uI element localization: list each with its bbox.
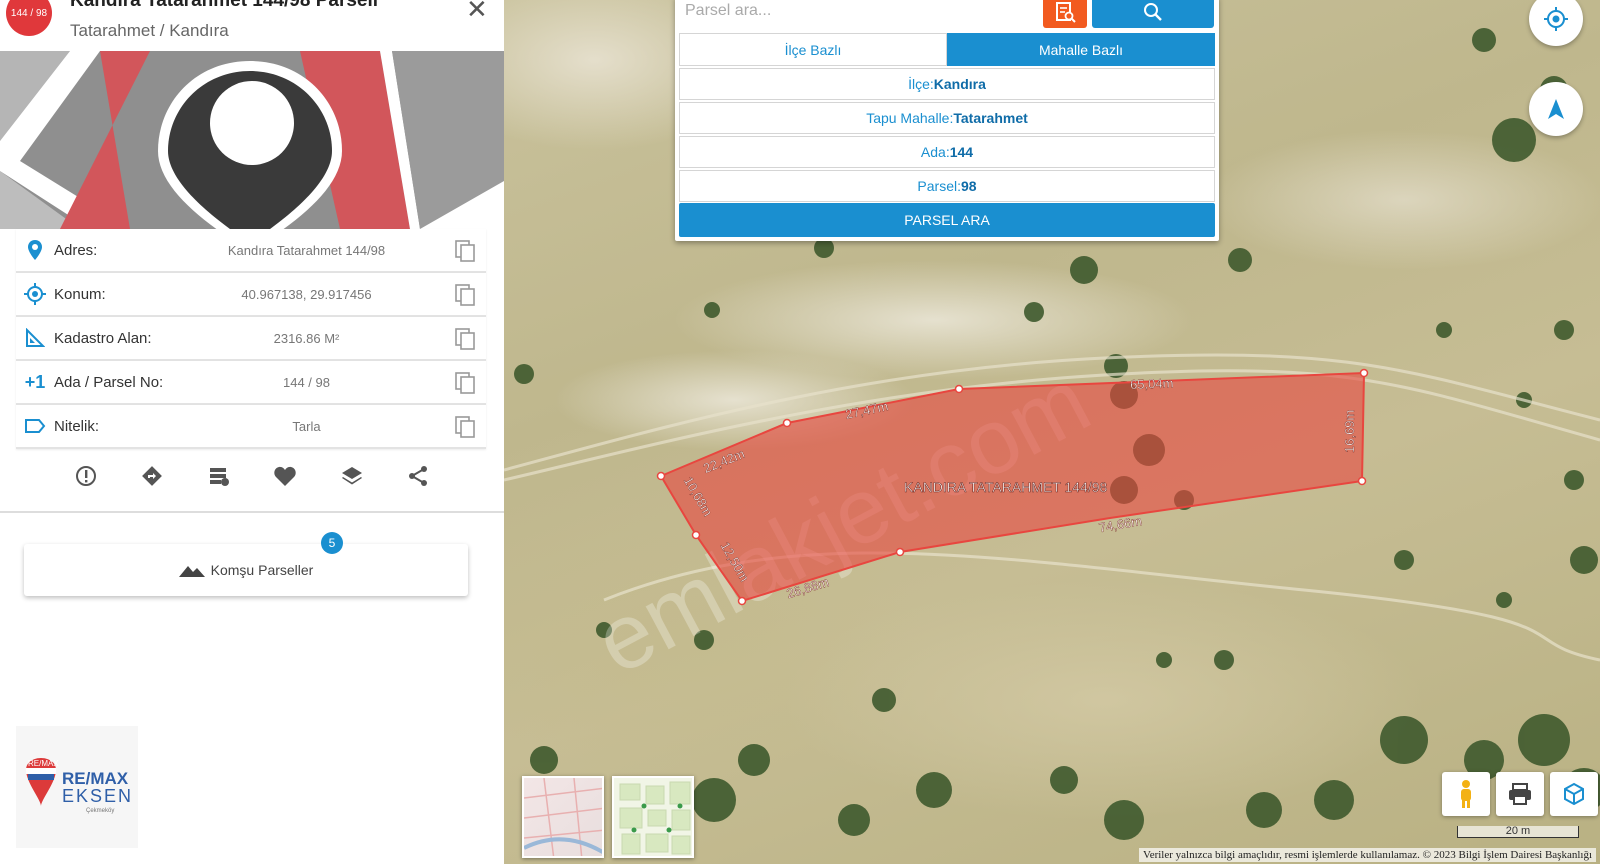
info-value: 2316.86 M²	[273, 330, 340, 346]
info-value: 144 / 98	[283, 374, 330, 390]
north-arrow-button[interactable]	[1529, 82, 1583, 136]
scale-bar: 20 m	[1457, 826, 1579, 838]
location-pin-icon	[16, 239, 54, 261]
parcel-info-panel: 144 / 98 Kandıra Tatarahmet 144/98 Parse…	[0, 0, 504, 864]
print-button[interactable]	[1496, 772, 1544, 816]
block-input[interactable]: Ada: 144	[679, 136, 1215, 168]
logo-office-sub: Çekmeköy	[86, 808, 114, 814]
neighbor-parcels-label: Komşu Parseller	[210, 562, 314, 578]
info-label: Ada / Parsel No:	[54, 373, 164, 391]
copy-icon[interactable]	[454, 239, 476, 263]
logo-brand-small: RE/MAX	[28, 759, 59, 768]
info-label: Kadastro Alan:	[54, 329, 152, 347]
pegman-icon	[1461, 780, 1471, 808]
logo-office-name: EKSEN	[62, 786, 133, 806]
share-icon	[408, 466, 427, 486]
gps-crosshair-icon	[1544, 7, 1568, 31]
neighbor-count-badge: 5	[321, 532, 343, 554]
crosshair-icon	[16, 283, 54, 305]
info-value: Kandıra Tatarahmet 144/98	[227, 242, 386, 258]
area-ruler-icon	[16, 328, 54, 348]
map-attribution: Veriler yalnızca bilgi amaçlıdır, resmi …	[504, 846, 1600, 864]
copy-icon[interactable]	[454, 283, 476, 307]
block-key: Ada:	[920, 144, 950, 160]
search-mode-tabs: İlçe Bazlı Mahalle Bazlı	[679, 33, 1215, 66]
info-label: Nitelik:	[54, 417, 100, 435]
database-icon	[209, 468, 229, 486]
rotate-3d-icon	[1564, 782, 1584, 806]
share-button[interactable]	[404, 462, 432, 490]
map-view[interactable]: emlakjet.com 65,04m 16,69m 74,66m 26,88m…	[504, 0, 1600, 864]
plus-one-icon: +1	[24, 371, 46, 392]
edge-label: 16,69m	[1342, 410, 1357, 453]
map-pin-illustration	[0, 51, 504, 229]
info-value: 40.967138, 29.917456	[241, 286, 372, 302]
three-d-view-button[interactable]	[1550, 772, 1598, 816]
parcel-badge: 144 / 98	[6, 0, 52, 36]
district-select[interactable]: İlçe: Kandıra	[679, 68, 1215, 100]
directions-button[interactable]	[138, 462, 166, 490]
remax-eksen-logo: RE/MAX RE/MAX EKSEN Çekmeköy	[16, 726, 138, 848]
info-row-area: Kadastro Alan: 2316.86 M²	[16, 317, 486, 361]
heart-icon	[274, 466, 296, 486]
mountain-icon	[178, 566, 205, 577]
search-icon	[1144, 3, 1162, 21]
copy-icon[interactable]	[454, 327, 476, 351]
location-hero-image	[0, 51, 504, 229]
layers-button[interactable]	[338, 462, 366, 490]
parcel-key: Parsel:	[917, 178, 961, 194]
edge-label: 65,04m	[1130, 376, 1174, 393]
tab-mahalle-bazli[interactable]: Mahalle Bazlı	[947, 33, 1215, 66]
report-issue-button[interactable]	[72, 462, 100, 490]
close-icon[interactable]: ✕	[466, 0, 488, 22]
copy-icon[interactable]	[454, 415, 476, 439]
district-key: İlçe:	[908, 76, 934, 92]
info-row-quality: Nitelik: Tarla	[16, 405, 486, 449]
tab-ilce-bazli[interactable]: İlçe Bazlı	[679, 33, 947, 66]
navigation-arrow-icon	[1548, 99, 1564, 119]
parcel-search-panel: İlçe Bazlı Mahalle Bazlı İlçe:Kandıra Ta…	[675, 0, 1219, 241]
neighborhood-key: Tapu Mahalle:	[866, 110, 954, 126]
info-row-block-parcel: +1 Ada / Parsel No: 144 / 98	[16, 361, 486, 405]
panel-subtitle: Tatarahmet / Kandıra	[70, 21, 229, 40]
alert-icon	[76, 466, 96, 486]
neighborhood-select[interactable]: Tapu Mahalle: Tatarahmet	[679, 102, 1215, 134]
document-search-button[interactable]	[1043, 0, 1087, 28]
directions-icon	[142, 466, 163, 486]
info-row-address: Adres: Kandıra Tatarahmet 144/98	[16, 229, 486, 273]
info-label: Adres:	[54, 241, 98, 259]
parcel-value: 98	[961, 178, 977, 194]
document-search-icon	[1056, 2, 1076, 23]
info-label: Konum:	[54, 285, 106, 303]
copy-icon[interactable]	[454, 371, 476, 395]
parcel-search-submit-button[interactable]: PARSEL ARA	[679, 203, 1215, 237]
attribution-text: Veriler yalnızca bilgi amaçlıdır, resmi …	[1138, 848, 1596, 862]
database-button[interactable]	[205, 462, 233, 490]
tag-icon	[16, 418, 54, 434]
parcel-action-bar	[72, 462, 432, 490]
printer-icon	[1509, 783, 1531, 805]
street-view-button[interactable]	[1442, 772, 1490, 816]
parcel-search-input[interactable]	[685, 0, 1035, 26]
neighborhood-value: Tatarahmet	[953, 110, 1028, 126]
district-value: Kandıra	[933, 76, 986, 92]
panel-divider	[0, 511, 504, 513]
neighbor-parcels-button[interactable]: Komşu Parseller 5	[24, 532, 468, 596]
info-value: Tarla	[292, 418, 321, 434]
search-button[interactable]	[1092, 0, 1214, 28]
info-row-coordinates: Konum: 40.967138, 29.917456	[16, 273, 486, 317]
parcel-info-list: Adres: Kandıra Tatarahmet 144/98 Konum: …	[16, 229, 486, 449]
parcel-input[interactable]: Parsel: 98	[679, 170, 1215, 202]
panel-title: Kandıra Tatarahmet 144/98 Parseli	[70, 0, 379, 11]
block-value: 144	[949, 144, 974, 160]
parcel-label: KANDIRA TATARAHMET 144/98	[904, 479, 1108, 495]
layers-icon	[341, 467, 362, 485]
favorite-button[interactable]	[271, 462, 299, 490]
